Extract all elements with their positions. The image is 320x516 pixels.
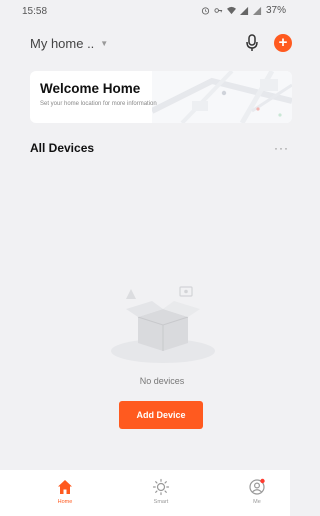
section-title: All Devices: [30, 141, 95, 155]
tab-home-label: Home: [57, 499, 73, 505]
key-icon: [214, 8, 223, 13]
sun-icon: [152, 478, 170, 496]
welcome-card[interactable]: Welcome Home Set your home location for …: [30, 71, 292, 123]
signal-icon: [239, 6, 249, 15]
battery-level: 37%: [265, 5, 286, 16]
wifi-icon: [226, 6, 236, 15]
tab-smart[interactable]: Smart: [131, 470, 191, 516]
microphone-icon[interactable]: [244, 33, 260, 53]
home-name: My home ..: [30, 36, 95, 51]
welcome-subtitle: Set your home location for more informat…: [40, 101, 157, 107]
alarm-icon: [201, 7, 210, 15]
home-selector[interactable]: My home .. ▼: [30, 36, 108, 51]
bottom-tab-bar: Home Smart Me: [0, 470, 290, 516]
tab-me-label: Me: [253, 499, 261, 505]
empty-box-illustration: [111, 286, 215, 363]
empty-state-text: No devices: [139, 376, 185, 386]
signal-icon-2: [252, 6, 262, 15]
add-device-button[interactable]: Add Device: [119, 401, 203, 429]
tab-me[interactable]: Me: [227, 470, 287, 516]
home-icon: [58, 480, 72, 494]
tab-home[interactable]: Home: [35, 470, 95, 516]
tab-smart-label: Smart: [153, 499, 169, 505]
map-illustration: [152, 71, 292, 123]
add-button[interactable]: +: [274, 34, 292, 52]
status-bar: 15:58 37%: [0, 0, 290, 22]
status-icons: 37%: [201, 5, 286, 16]
more-options-icon[interactable]: ···: [274, 141, 289, 155]
profile-icon: [249, 478, 265, 495]
chevron-down-icon: ▼: [100, 39, 109, 48]
header: My home .. ▼ +: [0, 28, 292, 58]
welcome-title: Welcome Home: [40, 81, 141, 96]
status-time: 15:58: [22, 6, 48, 17]
